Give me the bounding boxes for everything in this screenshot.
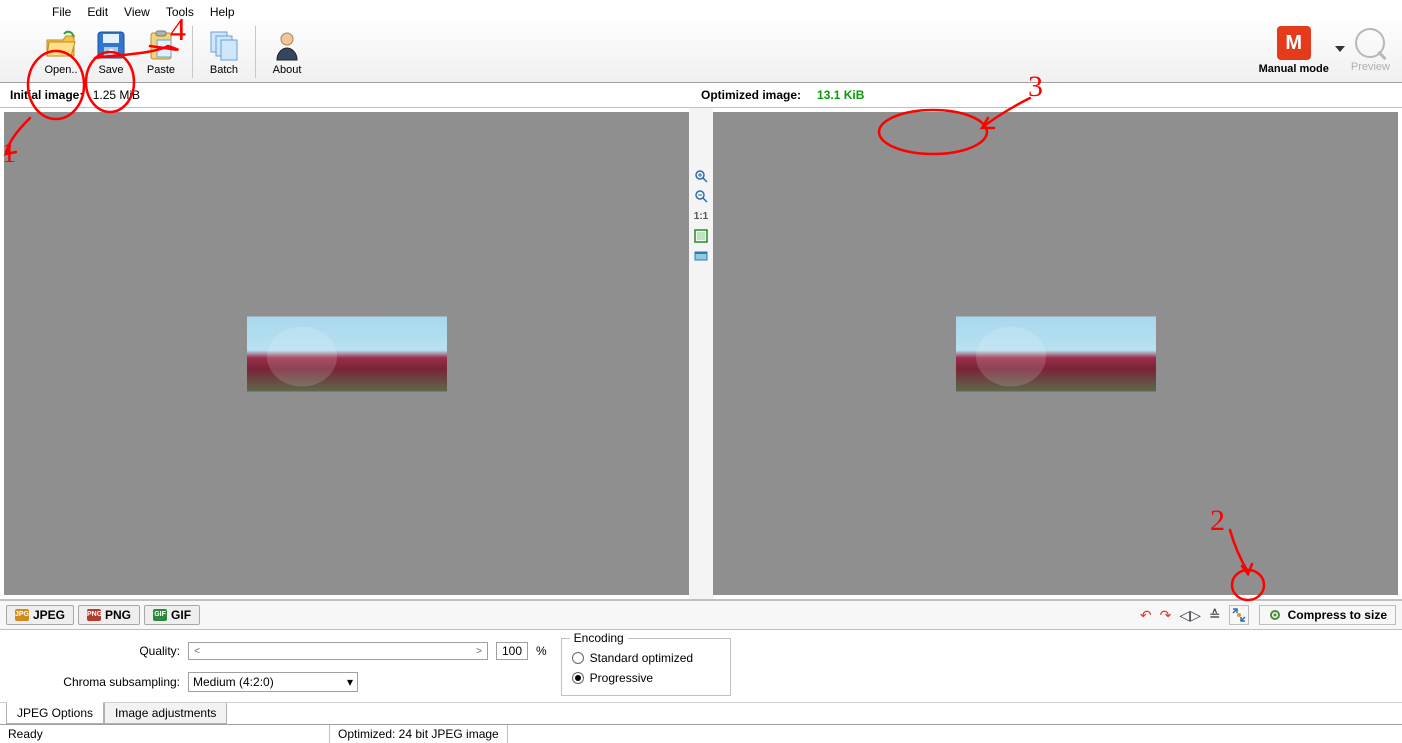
- optimized-image-label: Optimized image:: [701, 88, 801, 102]
- encoding-standard-label: Standard optimized: [590, 651, 693, 665]
- save-button[interactable]: Save: [86, 26, 136, 78]
- slider-left-arrow-icon[interactable]: <: [189, 646, 205, 657]
- flip-vertical-icon[interactable]: ≙: [1209, 607, 1221, 624]
- encoding-legend: Encoding: [570, 631, 628, 645]
- resize-icon[interactable]: [1229, 605, 1249, 625]
- menu-tools[interactable]: Tools: [158, 4, 202, 20]
- compress-to-size-label: Compress to size: [1288, 608, 1387, 622]
- initial-image-pane[interactable]: [4, 112, 689, 595]
- fullscreen-icon[interactable]: [693, 248, 709, 264]
- paste-label: Paste: [147, 64, 175, 76]
- open-label: Open..: [44, 64, 77, 76]
- optimized-image-pane[interactable]: [713, 112, 1398, 595]
- preview-area: 1:1: [0, 107, 1402, 600]
- quality-value-input[interactable]: 100: [496, 642, 528, 660]
- tab-image-adjustments[interactable]: Image adjustments: [104, 703, 227, 724]
- radio-unchecked-icon: [572, 652, 584, 664]
- toolbar-group-about: About: [255, 26, 312, 78]
- rotate-cw-icon[interactable]: ↷: [1160, 607, 1172, 624]
- format-tab-gif-label: GIF: [171, 608, 191, 622]
- preview-label: Preview: [1351, 61, 1390, 73]
- status-ready: Ready: [0, 725, 330, 743]
- open-button[interactable]: Open..: [36, 26, 86, 78]
- bottom-tabs: JPEG Options Image adjustments: [0, 702, 1402, 724]
- flip-horizontal-icon[interactable]: ◁▷: [1179, 607, 1201, 624]
- about-label: About: [273, 64, 302, 76]
- format-tab-png-label: PNG: [105, 608, 131, 622]
- paste-button[interactable]: Paste: [136, 26, 186, 78]
- initial-image-size: 1.25 MiB: [93, 88, 140, 102]
- save-label: Save: [98, 64, 123, 76]
- radio-checked-icon: [572, 672, 584, 684]
- manual-mode-button[interactable]: M Manual mode: [1259, 26, 1329, 75]
- jpeg-chip-icon: JPG: [15, 609, 29, 621]
- optimized-image-thumbnail: [956, 316, 1156, 391]
- splitter-toolbar: 1:1: [689, 108, 713, 599]
- initial-image-label: Initial image:: [10, 88, 83, 102]
- compress-to-size-button[interactable]: Compress to size: [1259, 605, 1396, 625]
- menu-bar: File Edit View Tools Help: [0, 0, 1402, 22]
- panel-headers: Initial image: 1.25 MiB Optimized image:…: [0, 83, 1402, 107]
- batch-button[interactable]: Batch: [199, 26, 249, 78]
- status-bar: Ready Optimized: 24 bit JPEG image: [0, 724, 1402, 743]
- format-tab-jpeg-label: JPEG: [33, 608, 65, 622]
- mode-area: M Manual mode Preview: [1259, 26, 1396, 75]
- manual-mode-icon: M: [1277, 26, 1311, 60]
- menu-edit[interactable]: Edit: [79, 4, 116, 20]
- slider-track[interactable]: [205, 649, 471, 653]
- zoom-actual-icon[interactable]: 1:1: [693, 208, 709, 224]
- initial-image-thumbnail: [247, 316, 447, 391]
- slider-right-arrow-icon[interactable]: >: [471, 646, 487, 657]
- save-floppy-icon: [94, 28, 128, 62]
- paste-clipboard-icon: [144, 28, 178, 62]
- gif-chip-icon: GIF: [153, 609, 167, 621]
- chroma-label: Chroma subsampling:: [10, 675, 180, 689]
- menu-help[interactable]: Help: [202, 4, 243, 20]
- quality-slider[interactable]: < >: [188, 642, 488, 660]
- edit-icons: ↶ ↷ ◁▷ ≙: [1140, 605, 1259, 625]
- mode-dropdown-arrow-icon[interactable]: [1335, 46, 1345, 56]
- png-chip-icon: PNG: [87, 609, 101, 621]
- about-button[interactable]: About: [262, 26, 312, 78]
- chroma-value: Medium (4:2:0): [193, 675, 274, 689]
- preview-button[interactable]: Preview: [1351, 28, 1390, 73]
- format-bar: JPG JPEG PNG PNG GIF GIF ↶ ↷ ◁▷ ≙ Compre…: [0, 600, 1402, 630]
- format-tab-jpeg[interactable]: JPG JPEG: [6, 605, 74, 625]
- zoom-out-icon[interactable]: [693, 188, 709, 204]
- encoding-fieldset: Encoding Standard optimized Progressive: [561, 638, 731, 696]
- about-person-icon: [270, 28, 304, 62]
- batch-label: Batch: [210, 64, 238, 76]
- chroma-row: Chroma subsampling: Medium (4:2:0) ▾: [10, 672, 547, 692]
- batch-stack-icon: [207, 28, 241, 62]
- manual-mode-label: Manual mode: [1259, 63, 1329, 75]
- toolbar-group-file: Open.. Save Paste: [36, 26, 186, 78]
- menu-file[interactable]: File: [44, 4, 79, 20]
- rotate-ccw-icon[interactable]: ↶: [1140, 607, 1152, 624]
- main-toolbar: Open.. Save Paste Batch About: [0, 22, 1402, 83]
- format-tab-png[interactable]: PNG PNG: [78, 605, 140, 625]
- optimized-image-size: 13.1 KiB: [817, 88, 864, 102]
- status-optimized: Optimized: 24 bit JPEG image: [330, 725, 508, 743]
- tab-jpeg-options[interactable]: JPEG Options: [6, 702, 104, 724]
- fit-window-icon[interactable]: [693, 228, 709, 244]
- encoding-progressive-radio[interactable]: Progressive: [572, 671, 720, 685]
- encoding-standard-radio[interactable]: Standard optimized: [572, 651, 720, 665]
- options-area: Quality: < > 100 % Chroma subsampling: M…: [0, 630, 1402, 698]
- zoom-in-icon[interactable]: [693, 168, 709, 184]
- toolbar-group-batch: Batch: [192, 26, 249, 78]
- open-folder-icon: [44, 28, 78, 62]
- gear-icon: [1268, 608, 1282, 622]
- quality-row: Quality: < > 100 %: [10, 642, 547, 660]
- menu-view[interactable]: View: [116, 4, 158, 20]
- percent-label: %: [536, 644, 547, 658]
- chevron-down-icon: ▾: [347, 675, 353, 689]
- encoding-progressive-label: Progressive: [590, 671, 653, 685]
- magnifier-icon: [1355, 28, 1385, 58]
- format-tab-gif[interactable]: GIF GIF: [144, 605, 200, 625]
- quality-label: Quality:: [10, 644, 180, 658]
- chroma-subsampling-dropdown[interactable]: Medium (4:2:0) ▾: [188, 672, 358, 692]
